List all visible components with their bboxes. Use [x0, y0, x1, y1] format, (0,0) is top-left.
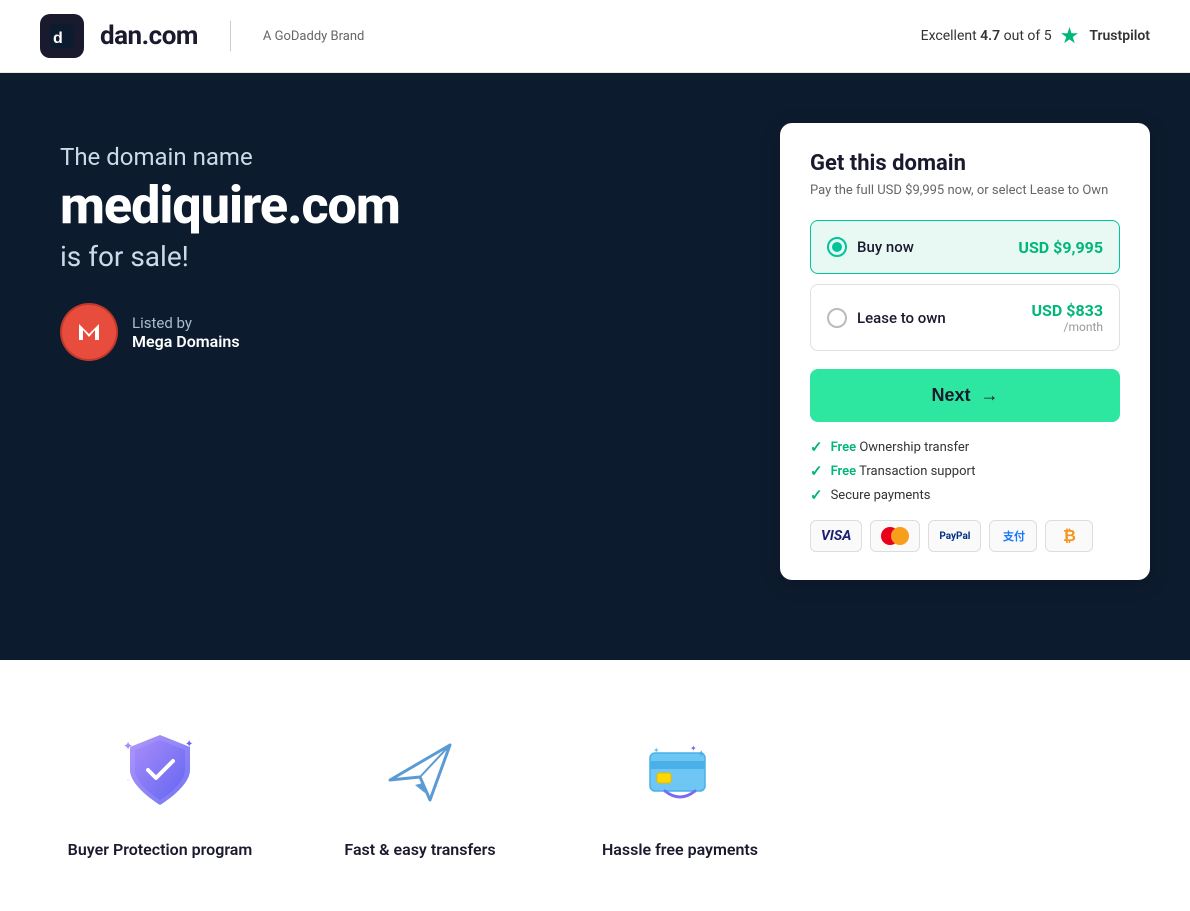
hero-section: The domain name mediquire.com is for sal… — [0, 73, 1190, 660]
buy-now-price-wrap: USD $9,995 — [1018, 238, 1103, 257]
svg-text:✦: ✦ — [653, 746, 660, 755]
logo-separator — [230, 21, 231, 51]
fast-easy-label: Fast & easy transfers — [344, 840, 495, 861]
trustpilot-score: 4.7 — [980, 28, 1000, 44]
lease-price: USD $833 — [1032, 301, 1104, 320]
dan-logo-icon: d — [48, 22, 76, 50]
lease-per-month: /month — [1032, 320, 1104, 334]
lease-option[interactable]: Lease to own USD $833 /month — [810, 284, 1120, 351]
buyer-protection-icon: ✦ ✦ · — [115, 725, 205, 815]
buyer-protection-label: Buyer Protection program — [68, 840, 253, 861]
paypal-payment-icon: PayPal — [928, 520, 981, 552]
lease-price-wrap: USD $833 /month — [1032, 301, 1104, 334]
check-icon-1: ✓ — [810, 438, 823, 456]
lease-left: Lease to own — [827, 308, 946, 328]
buy-now-option[interactable]: Buy now USD $9,995 — [810, 220, 1120, 274]
next-button-label: Next — [931, 385, 970, 406]
svg-text:✦: ✦ — [690, 744, 697, 753]
listed-by-text: Listed by Mega Domains — [132, 313, 240, 351]
features-section: ✦ ✦ · Buyer Protection program Fast & ea… — [0, 660, 1190, 911]
free-items-list: ✓ Free Ownership transfer ✓ Free Transac… — [810, 438, 1120, 504]
free-label-1: Free — [831, 440, 857, 455]
bitcoin-payment-icon: ₿ — [1045, 520, 1093, 552]
fast-easy-icon-wrap — [370, 720, 470, 820]
check-icon-3: ✓ — [810, 486, 823, 504]
buy-now-left: Buy now — [827, 237, 914, 257]
payment-icons-row: VISA PayPal 支付 ₿ — [810, 520, 1120, 552]
godaddy-brand-label: A GoDaddy Brand — [263, 29, 364, 44]
svg-text:·: · — [127, 776, 129, 785]
logo-area: d dan.com A GoDaddy Brand — [40, 14, 364, 58]
svg-text:✦: ✦ — [185, 739, 193, 750]
mastercard-payment-icon — [870, 520, 920, 552]
trustpilot-excellent: Excellent — [921, 28, 977, 44]
hassle-free-icon-wrap: ✦ ✦ ✦ — [630, 720, 730, 820]
free-item-ownership: ✓ Free Ownership transfer — [810, 438, 1120, 456]
buy-now-price: USD $9,995 — [1018, 238, 1103, 257]
svg-text:✦: ✦ — [697, 749, 705, 760]
lease-radio — [827, 308, 847, 328]
hero-subtitle: The domain name — [60, 143, 400, 171]
buyer-protection-icon-wrap: ✦ ✦ · — [110, 720, 210, 820]
lease-label: Lease to own — [857, 309, 946, 327]
feature-buyer-protection: ✦ ✦ · Buyer Protection program — [60, 720, 260, 861]
hero-domain-name: mediquire.com — [60, 177, 400, 234]
hassle-free-icon: ✦ ✦ ✦ — [635, 725, 725, 815]
listed-by-label: Listed by Mega Domains — [132, 314, 240, 351]
card-title: Get this domain — [810, 151, 1120, 176]
hero-forsale-text: is for sale! — [60, 240, 400, 273]
domain-card: Get this domain Pay the full USD $9,995 … — [780, 123, 1150, 580]
next-arrow-icon: → — [981, 385, 999, 406]
fast-easy-icon — [375, 725, 465, 815]
card-subtitle: Pay the full USD $9,995 now, or select L… — [810, 182, 1120, 200]
hassle-free-label: Hassle free payments — [602, 840, 758, 861]
free-label-2: Free — [831, 464, 857, 479]
header: d dan.com A GoDaddy Brand Excellent 4.7 … — [0, 0, 1190, 73]
check-icon-2: ✓ — [810, 462, 823, 480]
free-ownership-text: Ownership transfer — [859, 440, 969, 455]
next-button[interactable]: Next → — [810, 369, 1120, 422]
dan-logo-text: dan.com — [100, 21, 198, 51]
dan-logo-box: d — [40, 14, 84, 58]
visa-payment-icon: VISA — [810, 520, 862, 552]
trustpilot-logo-text: Trustpilot — [1089, 28, 1150, 44]
trustpilot-area: Excellent 4.7 out of 5 ★ Trustpilot — [921, 24, 1150, 49]
listed-by-section: Listed by Mega Domains — [60, 303, 400, 361]
svg-text:支付: 支付 — [1002, 529, 1025, 543]
hero-left-content: The domain name mediquire.com is for sal… — [60, 133, 400, 361]
mega-domains-name: Mega Domains — [132, 332, 240, 351]
feature-fast-easy: Fast & easy transfers — [320, 720, 520, 861]
feature-hassle-free: ✦ ✦ ✦ Hassle free payments — [580, 720, 780, 861]
trustpilot-rating-text: Excellent 4.7 out of 5 — [921, 28, 1052, 44]
free-item-transaction: ✓ Free Transaction support — [810, 462, 1120, 480]
svg-text:d: d — [53, 30, 63, 47]
mega-domains-logo-icon — [71, 314, 107, 350]
trustpilot-stars-icon: ★ — [1060, 24, 1078, 49]
free-transaction-text: Transaction support — [859, 464, 975, 479]
mega-domains-logo — [60, 303, 118, 361]
free-item-secure: ✓ Secure payments — [810, 486, 1120, 504]
svg-text:✦: ✦ — [123, 739, 133, 753]
buy-now-radio — [827, 237, 847, 257]
alipay-payment-icon: 支付 — [989, 520, 1037, 552]
buy-now-label: Buy now — [857, 238, 914, 256]
free-secure-text: Secure payments — [831, 488, 931, 503]
trustpilot-outof: out of 5 — [1004, 28, 1052, 44]
